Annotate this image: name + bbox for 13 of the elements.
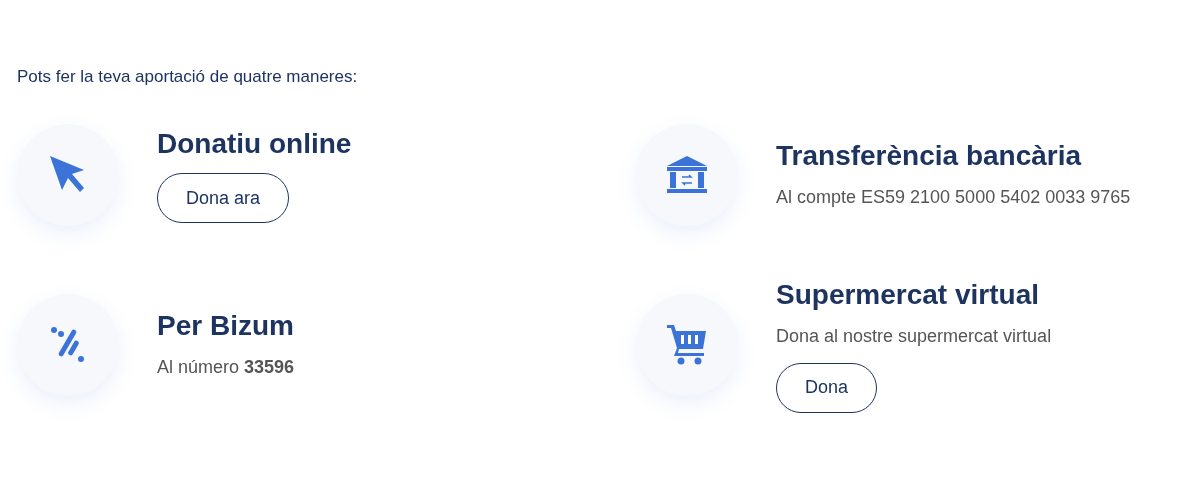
method-title: Supermercat virtual [776,277,1039,312]
method-description: Al compte ES59 2100 5000 5402 0033 9765 [776,185,1131,209]
donate-button[interactable]: Dona ara [157,173,290,223]
shopping-cart-icon [667,323,707,366]
donate-button[interactable]: Dona [776,362,878,413]
bizum-icon [50,325,86,364]
intro-text: Pots fer la teva aportació de quatre maneres: [17,66,359,88]
method-description: Al número 33596 [157,355,295,379]
bank-icon [667,155,707,194]
method-title: Transferència bancària [776,138,1082,173]
method-description: Dona al nostre supermercat virtual [776,324,1052,348]
method-title: Per Bizum [157,308,294,343]
method-title: Donatiu online [157,127,352,161]
